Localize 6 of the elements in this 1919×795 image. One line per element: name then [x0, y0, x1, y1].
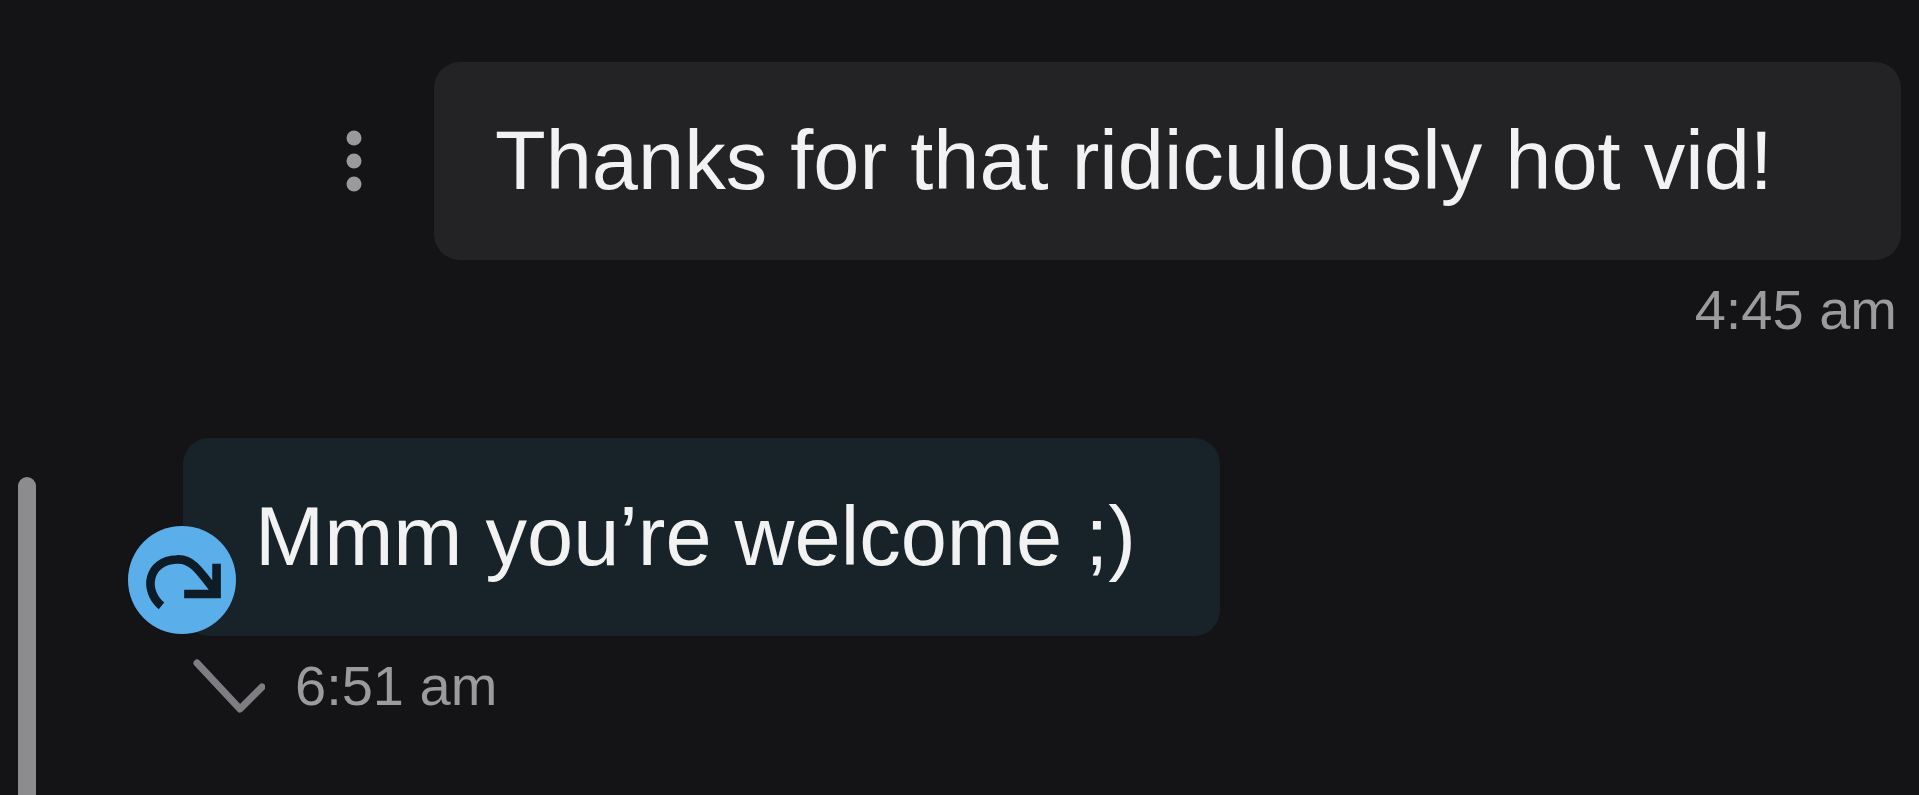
message-text: Mmm you’re welcome ;): [255, 489, 1136, 585]
scrollbar-thumb[interactable]: [18, 477, 36, 795]
message-time: 6:51 am: [295, 658, 498, 714]
message-text: Thanks for that ridiculously hot vid!: [495, 113, 1773, 209]
more-options-icon[interactable]: [346, 130, 362, 192]
message-time: 4:45 am: [1694, 282, 1897, 338]
